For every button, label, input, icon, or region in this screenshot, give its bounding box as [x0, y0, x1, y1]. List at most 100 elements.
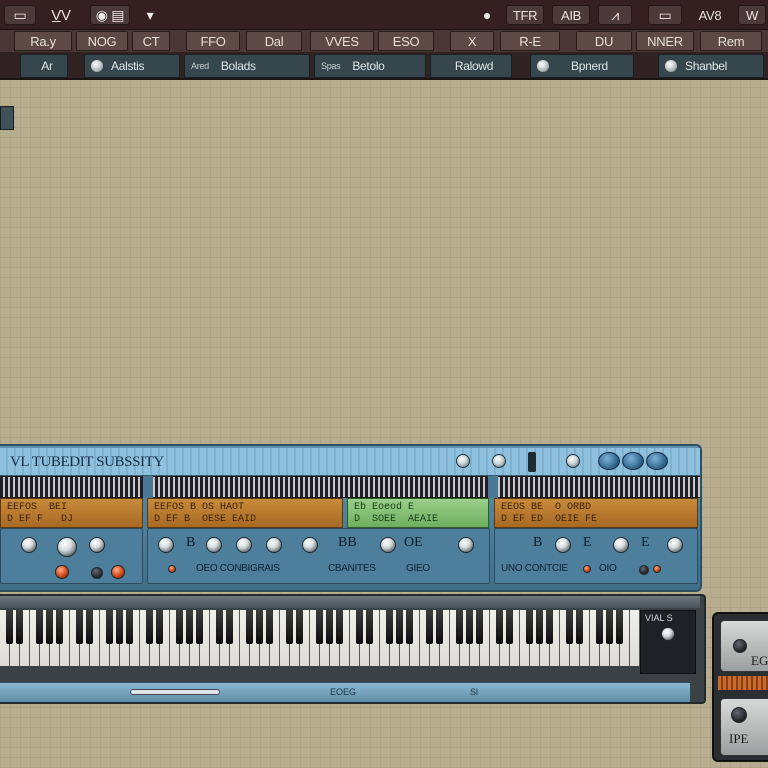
tab-rem[interactable]: Rem [700, 31, 762, 51]
black-key[interactable] [406, 610, 413, 644]
black-key[interactable] [316, 610, 323, 644]
white-key[interactable] [630, 610, 640, 666]
tab-nner[interactable]: NNER [636, 31, 694, 51]
knob[interactable] [57, 537, 77, 557]
keyboard-knob[interactable] [661, 627, 675, 641]
piano-keyboard[interactable] [0, 610, 640, 666]
knob[interactable] [89, 537, 105, 553]
header-pad[interactable] [598, 452, 620, 470]
rewind-button[interactable]: ◉ ▤ [90, 5, 130, 25]
knob-red[interactable] [168, 565, 176, 573]
knob-red[interactable] [583, 565, 591, 573]
black-key[interactable] [296, 610, 303, 644]
black-key[interactable] [496, 610, 503, 644]
black-key[interactable] [326, 610, 333, 644]
black-key[interactable] [56, 610, 63, 644]
black-key[interactable] [156, 610, 163, 644]
header-knob[interactable] [566, 454, 580, 468]
black-key[interactable] [546, 610, 553, 644]
knob[interactable] [21, 537, 37, 553]
black-key[interactable] [146, 610, 153, 644]
row3-button-bolads[interactable]: Ared Bolads [184, 54, 310, 78]
black-key[interactable] [536, 610, 543, 644]
black-key[interactable] [286, 610, 293, 644]
black-key[interactable] [576, 610, 583, 644]
tab-ct[interactable]: CT [132, 31, 170, 51]
knob[interactable] [158, 537, 174, 553]
black-key[interactable] [386, 610, 393, 644]
knob-red[interactable] [111, 565, 125, 579]
row3-button-bpnerd[interactable]: Bpnerd [530, 54, 634, 78]
tab-nog[interactable]: NOG [76, 31, 128, 51]
knob-dark[interactable] [91, 567, 103, 579]
row3-button-shanbel[interactable]: Shanbel [658, 54, 764, 78]
black-key[interactable] [176, 610, 183, 644]
black-key[interactable] [356, 610, 363, 644]
black-key[interactable] [506, 610, 513, 644]
black-key[interactable] [426, 610, 433, 644]
black-key[interactable] [196, 610, 203, 644]
tab-ffo[interactable]: FFO [186, 31, 240, 51]
knob[interactable] [236, 537, 252, 553]
header-pad[interactable] [646, 452, 668, 470]
row3-button-ar[interactable]: Ar [20, 54, 68, 78]
row3-button-ralowd[interactable]: Ralowd [430, 54, 512, 78]
black-key[interactable] [606, 610, 613, 644]
tab-x[interactable]: X [450, 31, 494, 51]
black-key[interactable] [226, 610, 233, 644]
toolbar-label-vv[interactable]: V̲V [46, 5, 76, 25]
toolbar-button-tfr[interactable]: TFR [506, 5, 544, 25]
tab-du[interactable]: DU [576, 31, 632, 51]
tab-re[interactable]: R-E [500, 31, 560, 51]
knob[interactable] [380, 537, 396, 553]
black-key[interactable] [436, 610, 443, 644]
black-key[interactable] [526, 610, 533, 644]
black-key[interactable] [186, 610, 193, 644]
black-key[interactable] [6, 610, 13, 644]
black-key[interactable] [366, 610, 373, 644]
toolbar-button-screen[interactable]: ▭ [648, 5, 682, 25]
knob[interactable] [302, 537, 318, 553]
tab-dal[interactable]: Dal [246, 31, 302, 51]
black-key[interactable] [616, 610, 623, 644]
knob[interactable] [555, 537, 571, 553]
black-key[interactable] [266, 610, 273, 644]
black-key[interactable] [116, 610, 123, 644]
side-knob[interactable] [733, 639, 747, 653]
knob[interactable] [667, 537, 683, 553]
black-key[interactable] [566, 610, 573, 644]
toolbar-button-tune[interactable]: ⩘ [598, 5, 632, 25]
header-knob[interactable] [456, 454, 470, 468]
black-key[interactable] [16, 610, 23, 644]
black-key[interactable] [76, 610, 83, 644]
toolbar-button-w[interactable]: W [738, 5, 766, 25]
tab-ray[interactable]: Ra.y [14, 31, 72, 51]
header-knob[interactable] [492, 454, 506, 468]
knob-red[interactable] [653, 565, 661, 573]
row3-button-betolo[interactable]: Spas Betolo [314, 54, 426, 78]
black-key[interactable] [336, 610, 343, 644]
pitch-slider[interactable] [130, 689, 220, 695]
tab-eso[interactable]: ESO [378, 31, 434, 51]
toolbar-button-av8[interactable]: AV8 [690, 5, 730, 25]
metronome-button[interactable]: ● [476, 5, 498, 25]
toolbar-button-aib[interactable]: AIB [552, 5, 590, 25]
tab-vves[interactable]: VVES [310, 31, 374, 51]
black-key[interactable] [596, 610, 603, 644]
side-knob[interactable] [731, 707, 747, 723]
row3-button-aalstis[interactable]: Aalstis [84, 54, 180, 78]
knob[interactable] [266, 537, 282, 553]
black-key[interactable] [396, 610, 403, 644]
black-key[interactable] [466, 610, 473, 644]
black-key[interactable] [216, 610, 223, 644]
black-key[interactable] [86, 610, 93, 644]
black-key[interactable] [46, 610, 53, 644]
dropdown-button[interactable]: ▾ [138, 5, 162, 25]
header-pad[interactable] [622, 452, 644, 470]
knob[interactable] [458, 537, 474, 553]
black-key[interactable] [456, 610, 463, 644]
black-key[interactable] [36, 610, 43, 644]
black-key[interactable] [256, 610, 263, 644]
knob-dark[interactable] [639, 565, 649, 575]
black-key[interactable] [476, 610, 483, 644]
